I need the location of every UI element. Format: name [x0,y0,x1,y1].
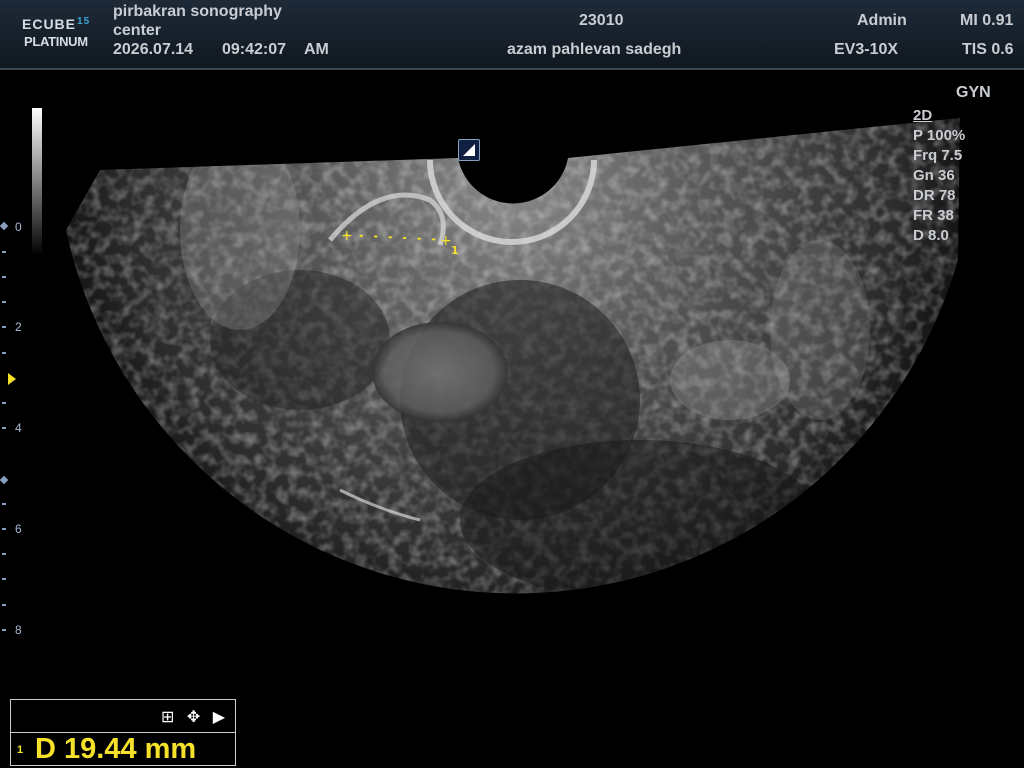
depth-tick [2,427,6,429]
param-depth: D 8.0 [913,227,949,244]
imaging-mode: 2D [913,107,933,124]
header-bar: ECUBE15 PLATINUM pirbakran sonography ce… [0,0,1024,70]
caliper-start[interactable]: + [341,228,353,244]
depth-label: 0 [15,220,22,234]
param-frame-rate: FR 38 [913,207,954,224]
measurement-value: D 19.44 mm [35,733,197,765]
depth-tick [2,629,6,631]
sector-field [66,118,960,594]
logo-line2: PLATINUM [24,34,88,49]
param-gain: Gn 36 [913,167,955,184]
exam-date: 2026.07.14 [113,41,194,58]
param-power: P 100% [913,127,966,144]
mechanical-index: MI 0.91 [960,12,1014,29]
measurement-tools-icon[interactable]: ⊞ ✥ ▶ [161,707,229,727]
exam-preset: GYN [956,84,991,101]
echogenic-mass [372,322,508,422]
thermal-index: TIS 0.6 [962,41,1014,58]
depth-tick [2,578,6,580]
depth-label: 4 [15,421,22,435]
logo-sup: 15 [77,16,91,27]
depth-tick [2,503,6,505]
ultrasound-image[interactable]: + + 1 [0,70,1024,768]
grayscale-bar [32,108,42,256]
focus-marker-icon[interactable] [8,373,16,385]
depth-tick [2,326,6,328]
orientation-marker-icon [458,139,480,161]
institution-name: pirbakran sonography [113,3,282,20]
exam-ampm: AM [304,41,329,58]
exam-time: 09:42:07 [222,41,287,58]
depth-tick [2,528,6,530]
patient-name: azam pahlevan sadegh [507,41,682,58]
patient-id: 23010 [579,12,624,29]
institution-name-line2: center [113,22,162,39]
depth-tick [2,604,6,606]
depth-tick [2,251,6,253]
depth-tick [2,402,6,404]
measurement-index: 1 [17,744,24,756]
measurement-result[interactable]: 1 D 19.44 mm [10,732,236,766]
caliper-label: 1 [451,244,459,257]
ecube-logo: ECUBE15 PLATINUM [22,16,106,56]
param-frequency: Frq 7.5 [913,147,963,164]
depth-tick [2,352,6,354]
depth-tick [2,553,6,555]
imaging-parameters: 2D P 100% Frq 7.5 Gn 36 DR 78 FR 38 D 8.… [913,106,965,246]
depth-tick [2,276,6,278]
operator-name: Admin [857,12,907,29]
param-dynamic-range: DR 78 [913,187,956,204]
depth-tick [2,301,6,303]
depth-label: 8 [15,623,22,637]
probe-name: EV3-10X [834,41,899,58]
caliper-end[interactable]: + [440,233,452,249]
depth-label: 6 [15,522,22,536]
measurement-toolbar: ⊞ ✥ ▶ [10,699,236,733]
depth-label: 2 [15,320,22,334]
logo-line1: ECUBE [22,16,77,32]
